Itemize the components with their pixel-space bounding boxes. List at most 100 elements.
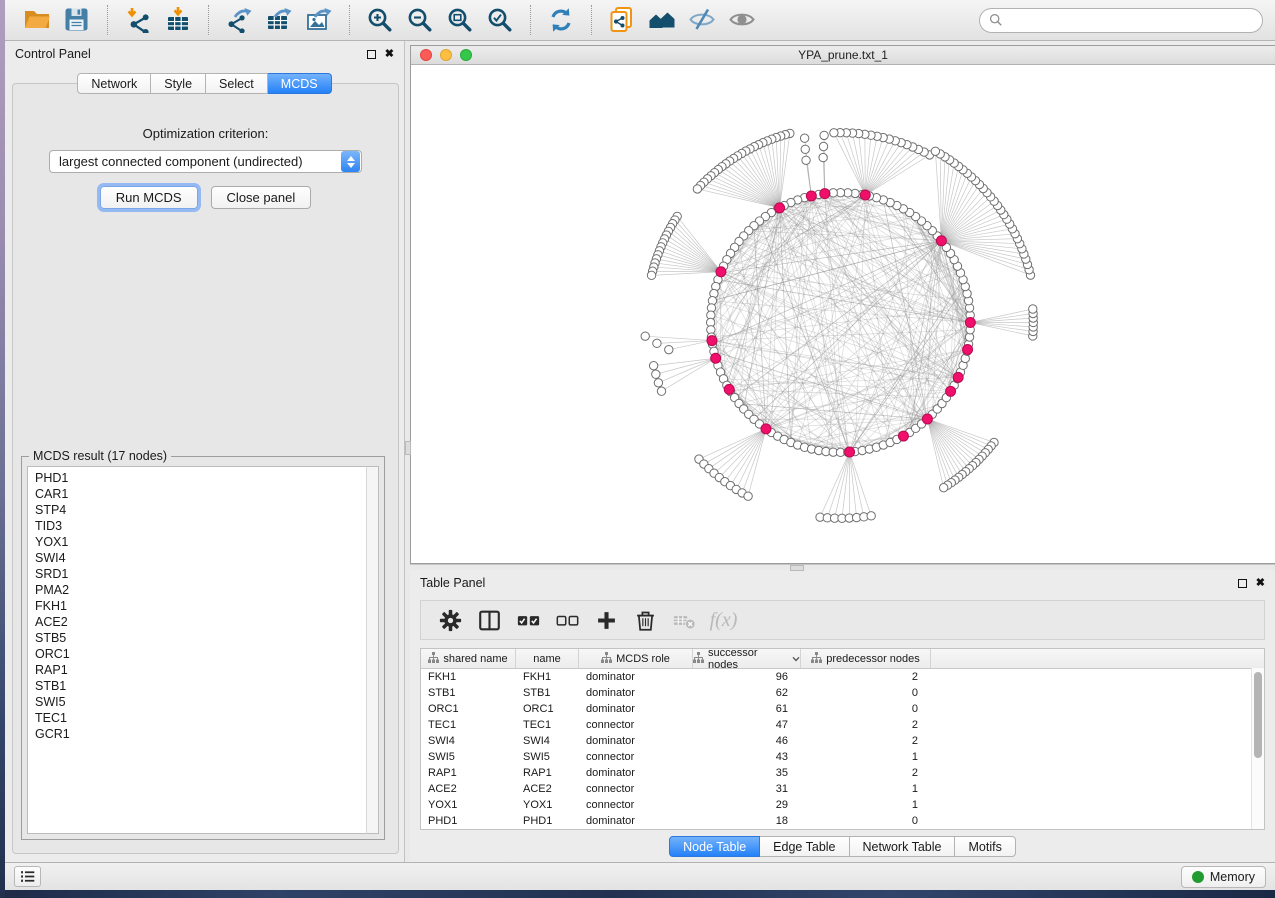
table-row[interactable]: FKH1FKH1dominator962 bbox=[421, 669, 1264, 685]
import-network-icon[interactable] bbox=[123, 5, 153, 35]
export-table-icon[interactable] bbox=[264, 5, 294, 35]
table-scrollbar[interactable] bbox=[1251, 668, 1264, 829]
export-image-icon[interactable] bbox=[304, 5, 334, 35]
network-canvas[interactable] bbox=[411, 65, 1275, 563]
close-table-panel-icon[interactable]: ✖ bbox=[1256, 578, 1265, 589]
show-details-icon[interactable] bbox=[727, 5, 757, 35]
desktop-wallpaper-left bbox=[0, 0, 5, 898]
table-tab-network-table[interactable]: Network Table bbox=[850, 836, 956, 857]
table-row[interactable]: SWI5SWI5connector431 bbox=[421, 749, 1264, 765]
mcds-node-item[interactable]: STB1 bbox=[35, 678, 378, 694]
search-input[interactable] bbox=[1009, 13, 1253, 27]
refresh-icon[interactable] bbox=[546, 5, 576, 35]
table-tab-motifs[interactable]: Motifs bbox=[955, 836, 1015, 857]
mcds-node-item[interactable]: ACE2 bbox=[35, 614, 378, 630]
mcds-node-item[interactable]: FKH1 bbox=[35, 598, 378, 614]
table-row[interactable]: TEC1TEC1connector472 bbox=[421, 717, 1264, 733]
zoom-selected-icon[interactable] bbox=[485, 5, 515, 35]
close-window-icon[interactable] bbox=[420, 49, 432, 61]
mcds-node-item[interactable]: RAP1 bbox=[35, 662, 378, 678]
column-header-shared-name[interactable]: shared name bbox=[421, 649, 516, 668]
tab-style[interactable]: Style bbox=[151, 73, 206, 94]
column-header-MCDS-role[interactable]: MCDS role bbox=[579, 649, 693, 668]
tab-select[interactable]: Select bbox=[206, 73, 268, 94]
mcds-list-scrollbar[interactable] bbox=[366, 466, 379, 834]
toolbar-separator bbox=[349, 5, 350, 35]
mcds-result-group: MCDS result (17 nodes) PHD1CAR1STP4TID3Y… bbox=[21, 456, 385, 840]
mcds-node-item[interactable]: STP4 bbox=[35, 502, 378, 518]
delete-icon[interactable] bbox=[632, 607, 659, 634]
export-network-icon[interactable] bbox=[224, 5, 254, 35]
search-icon bbox=[989, 13, 1003, 27]
minimize-window-icon[interactable] bbox=[440, 49, 452, 61]
cell: 43 bbox=[693, 749, 801, 765]
float-table-panel-icon[interactable] bbox=[1238, 579, 1247, 588]
settings-icon[interactable] bbox=[437, 607, 464, 634]
maximize-window-icon[interactable] bbox=[460, 49, 472, 61]
close-panel-button[interactable]: Close panel bbox=[211, 186, 312, 209]
mcds-node-item[interactable]: STB5 bbox=[35, 630, 378, 646]
zoom-out-icon[interactable] bbox=[405, 5, 435, 35]
zoom-in-icon[interactable] bbox=[365, 5, 395, 35]
criterion-value: largest connected component (undirected) bbox=[50, 154, 337, 169]
column-header-predecessor-nodes[interactable]: predecessor nodes bbox=[801, 649, 931, 668]
column-header-name[interactable]: name bbox=[516, 649, 579, 668]
float-panel-icon[interactable] bbox=[367, 50, 376, 59]
mcds-node-item[interactable]: YOX1 bbox=[35, 534, 378, 550]
column-header-filler bbox=[931, 649, 1264, 668]
table-tab-node-table[interactable]: Node Table bbox=[669, 836, 760, 857]
cell: 1 bbox=[801, 781, 931, 797]
mcds-node-item[interactable]: ORC1 bbox=[35, 646, 378, 662]
cell: 0 bbox=[801, 685, 931, 701]
cell: ACE2 bbox=[516, 781, 579, 797]
cell: 29 bbox=[693, 797, 801, 813]
table-body: FKH1FKH1dominator962STB1STB1dominator620… bbox=[421, 669, 1264, 829]
save-session-icon[interactable] bbox=[62, 5, 92, 35]
add-icon[interactable] bbox=[593, 607, 620, 634]
run-mcds-button[interactable]: Run MCDS bbox=[100, 186, 198, 209]
network-document-icon[interactable] bbox=[607, 5, 637, 35]
optimization-criterion-label: Optimization criterion: bbox=[13, 126, 398, 141]
mcds-node-item[interactable]: TID3 bbox=[35, 518, 378, 534]
columns-icon[interactable] bbox=[476, 607, 503, 634]
mcds-node-item[interactable]: TEC1 bbox=[35, 710, 378, 726]
table-row[interactable]: RAP1RAP1dominator352 bbox=[421, 765, 1264, 781]
table-row[interactable]: PHD1PHD1dominator180 bbox=[421, 813, 1264, 829]
function-icon: f(x) bbox=[710, 607, 737, 634]
scrollbar-thumb[interactable] bbox=[1254, 672, 1262, 758]
mcds-node-item[interactable]: SWI4 bbox=[35, 550, 378, 566]
table-row[interactable]: SWI4SWI4dominator462 bbox=[421, 733, 1264, 749]
mcds-node-item[interactable]: SRD1 bbox=[35, 566, 378, 582]
table-row[interactable]: YOX1YOX1connector291 bbox=[421, 797, 1264, 813]
column-header-successor-nodes[interactable]: successor nodes bbox=[693, 649, 801, 668]
mcds-node-item[interactable]: SWI5 bbox=[35, 694, 378, 710]
mcds-node-item[interactable]: CAR1 bbox=[35, 486, 378, 502]
import-table-icon[interactable] bbox=[163, 5, 193, 35]
cell: 47 bbox=[693, 717, 801, 733]
horizontal-splitter[interactable] bbox=[410, 564, 1275, 570]
zoom-fit-icon[interactable] bbox=[445, 5, 475, 35]
select-all-icon[interactable] bbox=[515, 607, 542, 634]
table-row[interactable]: ACE2ACE2connector311 bbox=[421, 781, 1264, 797]
criterion-select[interactable]: largest connected component (undirected) bbox=[49, 150, 362, 173]
open-session-icon[interactable] bbox=[22, 5, 52, 35]
mcds-node-item[interactable]: GCR1 bbox=[35, 726, 378, 742]
cell: connector bbox=[579, 749, 693, 765]
table-tab-edge-table[interactable]: Edge Table bbox=[760, 836, 849, 857]
table-row[interactable]: STB1STB1dominator620 bbox=[421, 685, 1264, 701]
hide-details-icon[interactable] bbox=[687, 5, 717, 35]
tab-network[interactable]: Network bbox=[77, 73, 151, 94]
memory-button[interactable]: Memory bbox=[1181, 866, 1266, 888]
deselect-all-icon[interactable] bbox=[554, 607, 581, 634]
neighbors-icon[interactable] bbox=[647, 5, 677, 35]
vertical-splitter[interactable] bbox=[404, 41, 410, 862]
attribute-icon bbox=[601, 652, 612, 666]
close-panel-icon[interactable]: ✖ bbox=[385, 49, 394, 60]
search-field[interactable] bbox=[979, 8, 1263, 33]
table-row[interactable]: ORC1ORC1dominator610 bbox=[421, 701, 1264, 717]
task-history-button[interactable] bbox=[14, 866, 41, 887]
mcds-node-item[interactable]: PMA2 bbox=[35, 582, 378, 598]
memory-status-icon bbox=[1192, 871, 1204, 883]
mcds-node-item[interactable]: PHD1 bbox=[35, 470, 378, 486]
tab-mcds[interactable]: MCDS bbox=[268, 73, 332, 94]
